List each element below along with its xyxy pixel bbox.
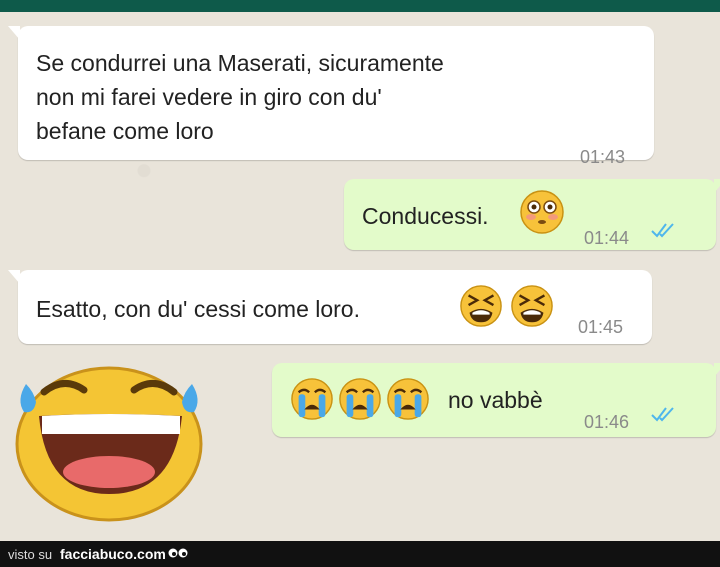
laughing-tears-emoji-icon	[15, 366, 203, 522]
message-text: no vabbè	[448, 387, 543, 413]
message-time: 01:45	[578, 317, 624, 337]
incoming-message-1[interactable]: Se condurrei una Maserati, sicuramente n…	[8, 26, 654, 167]
watermark-footer: visto su facciabuco.com	[0, 541, 720, 567]
message-text: Conducessi.	[362, 203, 489, 229]
incoming-message-2[interactable]: Esatto, con du' cessi come loro. 01:45	[8, 270, 652, 344]
message-time: 01:44	[584, 228, 630, 248]
bubble-tail	[8, 270, 20, 284]
flushed-face-icon	[520, 190, 564, 234]
bubble-tail	[8, 26, 20, 40]
outgoing-message-1[interactable]: Conducessi. 01:44	[344, 179, 720, 250]
tired-face-icon	[460, 285, 502, 327]
crying-face-icon	[387, 378, 429, 420]
chat-area: Se condurrei una Maserati, sicuramente n…	[0, 12, 720, 541]
footer-site-link[interactable]: facciabuco.com	[60, 546, 166, 562]
message-line: befane come loro	[36, 118, 214, 144]
double-check-icon	[651, 407, 674, 422]
double-check-icon	[651, 223, 674, 238]
message-line: non mi farei vedere in giro con du'	[36, 84, 382, 110]
chat-header-strip	[0, 0, 720, 12]
bubble-tail	[714, 363, 720, 377]
message-text: Esatto, con du' cessi come loro.	[36, 296, 360, 322]
message-line: Se condurrei una Maserati, sicuramente	[36, 50, 444, 76]
crying-face-icon	[291, 378, 333, 420]
outgoing-message-2[interactable]: no vabbè 01:46	[272, 363, 720, 437]
message-time: 01:43	[580, 147, 626, 167]
eyes-logo-icon	[168, 548, 188, 558]
tired-face-icon	[511, 285, 553, 327]
footer-visto-label: visto su	[8, 547, 53, 562]
bubble-tail	[714, 179, 720, 193]
message-time: 01:46	[584, 412, 630, 432]
message-text: Se condurrei una Maserati, sicuramente n…	[36, 46, 444, 148]
crying-face-icon	[339, 378, 381, 420]
